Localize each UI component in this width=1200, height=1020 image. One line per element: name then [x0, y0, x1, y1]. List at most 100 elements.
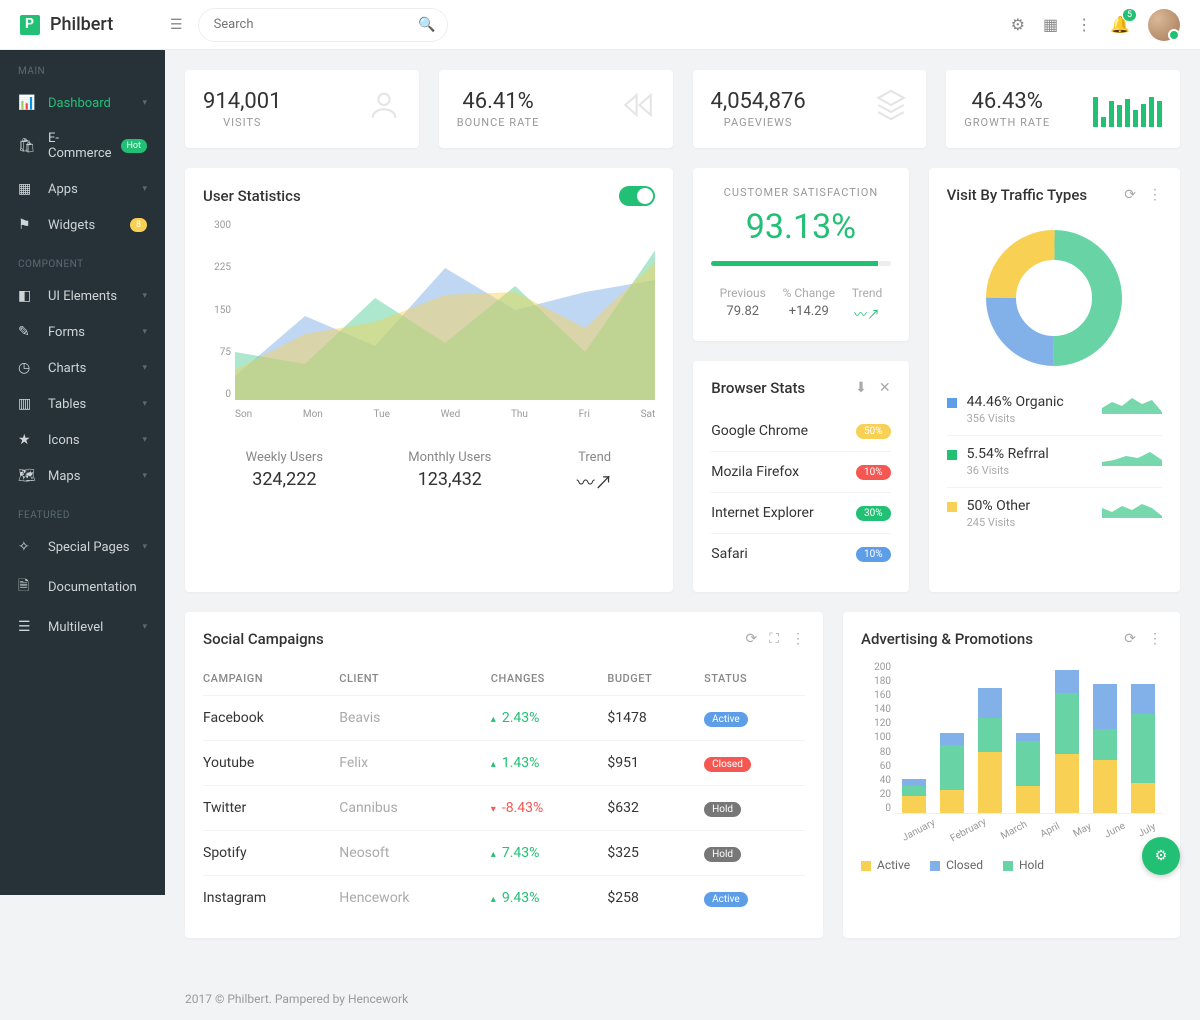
table-header: STATUS — [704, 662, 805, 696]
nav-label: Dashboard — [48, 96, 111, 111]
budget-val: $632 — [607, 786, 704, 831]
more-vert-icon[interactable]: ⋮ — [1148, 631, 1162, 647]
bar-stack — [1055, 670, 1079, 813]
client-name: Cannibus — [339, 786, 491, 831]
apps-grid-icon[interactable]: ▦ — [1043, 15, 1058, 34]
nav-label: Charts — [48, 361, 86, 376]
brand-name: Philbert — [50, 14, 113, 35]
refresh-icon[interactable]: ⟳ — [1124, 631, 1136, 647]
traffic-line: 44.46% Organic — [967, 394, 1064, 410]
nav-label: E-Commerce — [48, 131, 121, 161]
trend-up-icon: 〰↗ — [852, 304, 882, 323]
col-sat-browser: CUSTOMER SATISFACTION 93.13% Previous79.… — [693, 168, 908, 592]
fullscreen-icon[interactable]: ⛶ — [769, 631, 779, 647]
sidebar-item-tables[interactable]: ▥Tables▾ — [0, 386, 165, 422]
stat-value: 46.43% — [964, 89, 1050, 114]
campaigns-card: Social Campaigns ⟳ ⛶ ⋮ CAMPAIGNCLIENTCHA… — [185, 612, 823, 938]
chevron-down-icon: ▾ — [142, 435, 147, 445]
chevron-down-icon: ▾ — [142, 542, 147, 552]
nav-icon: ◧ — [18, 288, 34, 304]
sidebar-item-icons[interactable]: ★Icons▾ — [0, 422, 165, 458]
stat-value: 4,054,876 — [711, 89, 806, 114]
table-row: SpotifyNeosoft▴7.43%$325Hold — [203, 831, 805, 876]
more-vert-icon[interactable]: ⋮ — [1148, 187, 1162, 203]
browser-name: Safari — [711, 546, 748, 562]
browser-pill: 50% — [856, 424, 891, 439]
avatar[interactable] — [1148, 9, 1180, 41]
nav-label: Special Pages — [48, 540, 129, 555]
download-icon[interactable]: ⬇ — [855, 380, 867, 396]
browser-name: Google Chrome — [711, 423, 808, 439]
budget-val: $951 — [607, 741, 704, 786]
traffic-sub: 356 Visits — [967, 412, 1064, 425]
traffic-sub: 245 Visits — [967, 516, 1031, 529]
nav-icon: ☰ — [18, 619, 34, 635]
sidebar-item-special-pages[interactable]: ✧ Special Pages ▾ — [0, 529, 165, 565]
sidebar-item-charts[interactable]: ◷Charts▾ — [0, 350, 165, 386]
stat-value: 46.41% — [457, 89, 540, 114]
search: 🔍 — [198, 8, 448, 42]
satisfaction-card: CUSTOMER SATISFACTION 93.13% Previous79.… — [693, 168, 908, 341]
user-stats-footer: Weekly Users324,222 Monthly Users123,432… — [203, 450, 655, 495]
sidebar-item-apps[interactable]: ▦Apps▾ — [0, 171, 165, 207]
change-val: ▴2.43% — [491, 696, 608, 741]
table-header: CHANGES — [491, 662, 608, 696]
search-input[interactable] — [198, 8, 448, 42]
sidebar-item-widgets[interactable]: ⚑Widgets8 — [0, 207, 165, 243]
gear-icon[interactable]: ⚙ — [1011, 15, 1025, 34]
legend-item: Active — [861, 858, 910, 872]
stat-value: 914,001 — [203, 89, 282, 114]
nav-icon: ✧ — [18, 539, 34, 555]
more-vert-icon[interactable]: ⋮ — [791, 631, 805, 647]
bar-stack — [1131, 684, 1155, 813]
notification-badge: 5 — [1123, 9, 1136, 21]
sat-value: 93.13% — [711, 207, 890, 247]
browser-pill: 30% — [856, 506, 891, 521]
close-icon[interactable]: ✕ — [879, 380, 891, 396]
chevron-down-icon: ▾ — [142, 291, 147, 301]
prev-label: Previous — [720, 286, 766, 300]
sidebar-item-dashboard[interactable]: 📊Dashboard▾ — [0, 85, 165, 121]
caret-up-icon: ▴ — [491, 759, 496, 770]
sparkline — [1102, 498, 1162, 518]
nav-group-title: COMPONENT — [0, 243, 165, 278]
sidebar-item-forms[interactable]: ✎Forms▾ — [0, 314, 165, 350]
legend-dot — [947, 450, 957, 460]
nav-label: UI Elements — [48, 289, 117, 304]
browser-row: Mozila Firefox10% — [711, 452, 890, 493]
sidebar-item-documentation[interactable]: 🗎Documentation — [0, 565, 165, 609]
campaigns-table: CAMPAIGNCLIENTCHANGESBUDGETSTATUS Facebo… — [203, 662, 805, 920]
nav-label: Tables — [48, 397, 86, 412]
sat-progress — [711, 261, 890, 266]
stat-card-pageviews: 4,054,876PAGEVIEWS — [693, 70, 927, 148]
fab-settings[interactable]: ⚙ — [1142, 837, 1180, 875]
refresh-icon[interactable]: ⟳ — [1124, 187, 1136, 203]
menu-toggle-icon[interactable]: ☰ — [170, 17, 183, 33]
sidebar-item-multilevel[interactable]: ☰Multilevel▾ — [0, 609, 165, 645]
sidebar-item-ui-elements[interactable]: ◧ UI Elements ▾ — [0, 278, 165, 314]
trend-icon: 〰↗ — [577, 469, 613, 495]
caret-down-icon: ▾ — [491, 804, 496, 815]
client-name: Neosoft — [339, 831, 491, 876]
stat-label: BOUNCE RATE — [457, 116, 540, 129]
search-icon[interactable]: 🔍 — [418, 17, 435, 33]
stat-card-visits: 914,001VISITS — [185, 70, 419, 148]
refresh-icon[interactable]: ⟳ — [745, 631, 757, 647]
main: 914,001VISITS46.41%BOUNCE RATE4,054,876P… — [165, 0, 1200, 978]
status-badge: Active — [704, 892, 748, 907]
header-right: ⚙ ▦ ⋮ 🔔5 — [1011, 9, 1180, 41]
sparkline — [1102, 394, 1162, 414]
status-badge: Closed — [704, 757, 751, 772]
toggle-switch[interactable] — [619, 186, 655, 206]
sidebar-item-e-commerce[interactable]: 🛍E-CommerceHot — [0, 121, 165, 171]
advertising-legend: ActiveClosedHold — [861, 858, 1162, 872]
nav-badge: 8 — [130, 218, 147, 232]
caret-up-icon: ▴ — [491, 849, 496, 860]
more-vert-icon[interactable]: ⋮ — [1076, 15, 1092, 34]
bell-icon[interactable]: 🔔5 — [1110, 15, 1130, 34]
footer: 2017 © Philbert. Pampered by Hencework — [165, 978, 1200, 1020]
traffic-item: 50% Other245 Visits — [947, 488, 1162, 539]
sidebar-item-maps[interactable]: 🗺Maps▾ — [0, 458, 165, 494]
brand[interactable]: Philbert — [20, 14, 170, 35]
panel-title: Browser Stats — [711, 379, 805, 397]
